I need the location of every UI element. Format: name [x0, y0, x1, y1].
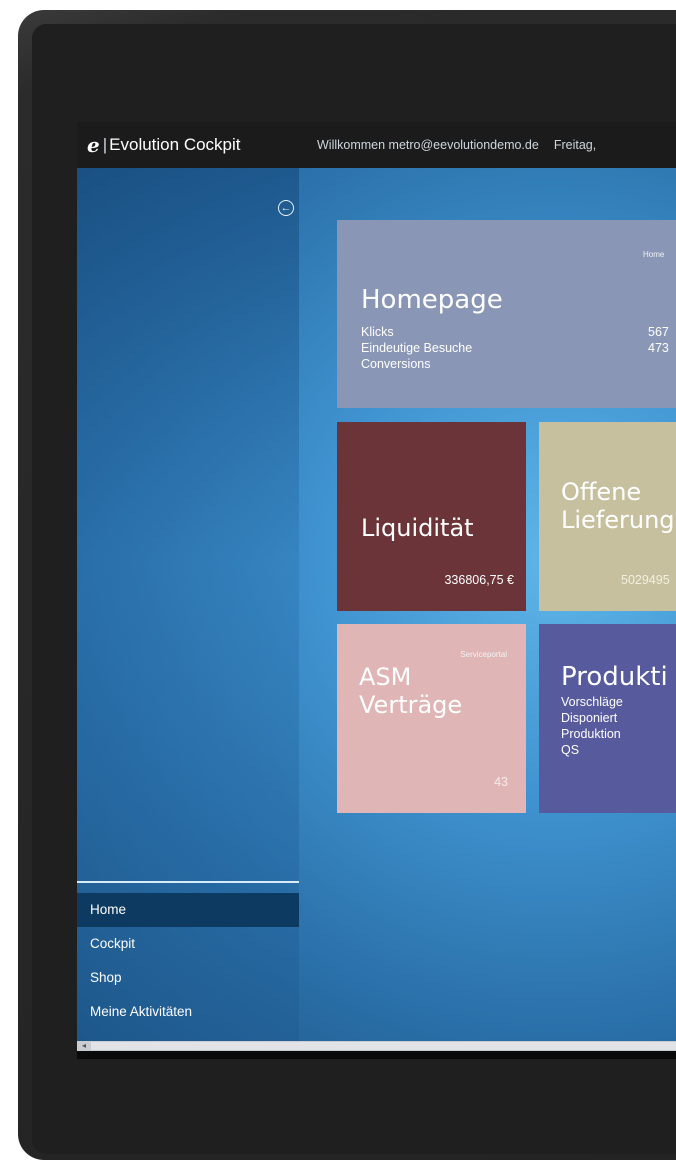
tile-produktion[interactable]: Produkti Vorschläge Disponiert Produktio…	[539, 624, 676, 813]
tile-homepage-rows: Klicks Eindeutige Besuche Conversions	[361, 324, 472, 372]
tile-liquiditaet-value: 336806,75 €	[444, 573, 514, 587]
tile-homepage-title: Homepage	[361, 285, 503, 315]
app-screen: e | Evolution Cockpit Willkommen metro@e…	[77, 122, 676, 1059]
tile-asm-vertraege[interactable]: Serviceportal ASM Verträge 43	[337, 624, 526, 813]
tile-homepage[interactable]: Home Homepage Klicks Eindeutige Besuche …	[337, 220, 676, 408]
tile-offene-title-line2: Lieferung	[561, 506, 675, 534]
back-arrow-icon[interactable]: ←	[278, 200, 294, 216]
tile-liquiditaet[interactable]: Liquidität 336806,75 €	[337, 422, 526, 611]
tile-offene-value: 5029495	[621, 573, 670, 587]
tile-asm-value: 43	[494, 775, 508, 789]
tile-asm-title-line1: ASM	[359, 663, 412, 691]
tile-homepage-row: Conversions	[361, 357, 431, 371]
tile-produktion-rows: Vorschläge Disponiert Produktion QS	[561, 694, 623, 758]
tile-produktion-row: Disponiert	[561, 711, 618, 725]
sidebar-item-meine-aktivitaeten[interactable]: Meine Aktivitäten	[77, 995, 299, 1029]
sidebar: ← Home Cockpit Shop Meine Aktivitäten	[77, 168, 299, 1041]
tile-produktion-row: QS	[561, 743, 580, 757]
nav-divider	[77, 881, 299, 883]
tile-liquiditaet-title: Liquidität	[361, 514, 474, 542]
tile-homepage-row: Klicks	[361, 325, 394, 339]
app-name: Evolution Cockpit	[109, 135, 241, 154]
tile-produktion-row: Vorschläge	[561, 695, 623, 709]
scrollbar-thumb[interactable]	[91, 1042, 676, 1050]
sidebar-item-cockpit[interactable]: Cockpit	[77, 927, 299, 961]
tile-homepage-value: 567	[648, 325, 669, 339]
tile-produktion-row: Produktion	[561, 727, 621, 741]
logo-separator: |	[102, 135, 108, 154]
tile-offene-title-line1: Offene	[561, 478, 642, 506]
tile-asm-caption: Serviceportal	[460, 650, 507, 659]
main-content: ← Home Cockpit Shop Meine Aktivitäten Ho…	[77, 168, 676, 1041]
date-text: Freitag,	[553, 138, 597, 152]
sidebar-item-shop[interactable]: Shop	[77, 961, 299, 995]
tile-homepage-value: 473	[648, 341, 669, 355]
logo-mark: e	[87, 133, 100, 157]
sidebar-item-home[interactable]: Home	[77, 893, 299, 927]
tile-homepage-row: Eindeutige Besuche	[361, 341, 473, 355]
tile-offene-lieferung[interactable]: Offene Lieferung 5029495	[539, 422, 676, 611]
tile-homepage-values: 567 473	[648, 324, 669, 356]
tile-asm-title-line2: Verträge	[359, 691, 463, 719]
sidebar-nav: Home Cockpit Shop Meine Aktivitäten	[77, 893, 299, 1029]
tile-homepage-caption: Home	[643, 250, 665, 259]
welcome-text: Willkommen metro@eevolutiondemo.de	[317, 138, 539, 152]
scroll-left-arrow-icon[interactable]: ◂	[79, 1041, 89, 1051]
top-bar: e | Evolution Cockpit Willkommen metro@e…	[77, 122, 676, 168]
horizontal-scrollbar[interactable]: ◂	[77, 1041, 676, 1051]
tile-produktion-title: Produkti	[561, 662, 668, 692]
app-logo[interactable]: e | Evolution Cockpit	[87, 133, 302, 157]
